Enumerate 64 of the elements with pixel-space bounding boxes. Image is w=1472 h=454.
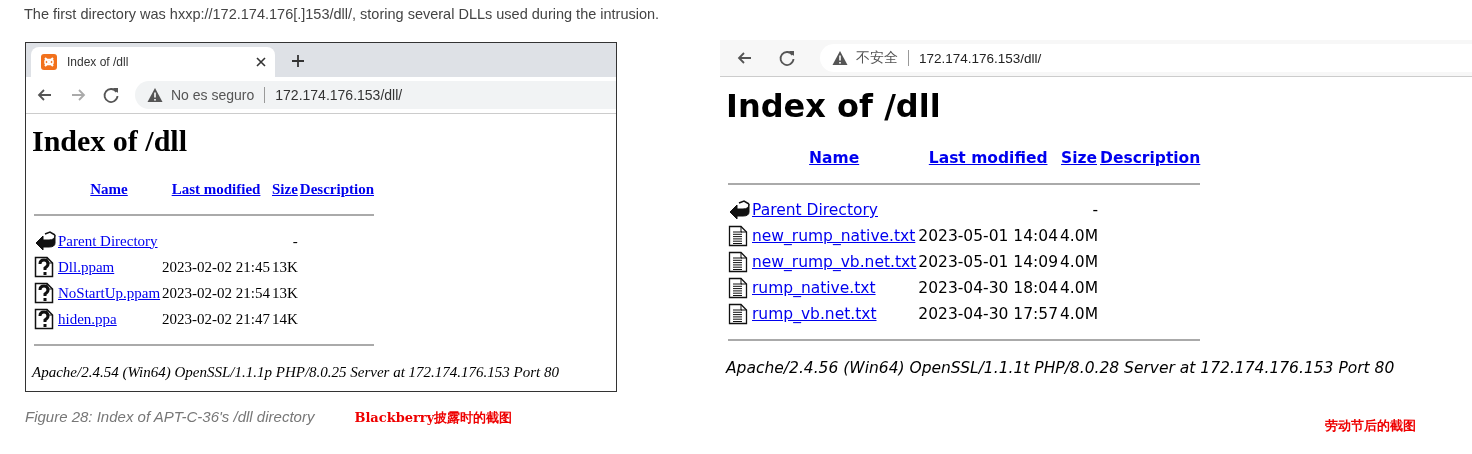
file-link[interactable]: Dll.ppam xyxy=(58,258,115,275)
file-size: 4.0M xyxy=(1060,279,1099,297)
modified-date: 2023-05-01 14:04 xyxy=(918,227,1058,245)
file-link[interactable]: new_rump_vb.net.txt xyxy=(752,253,917,271)
warning-icon xyxy=(147,87,163,103)
modified-date: 2023-05-01 14:09 xyxy=(918,253,1058,271)
figure-caption: Figure 28: Index of APT-C-36's /dll directory xyxy=(25,408,315,425)
column-header-link[interactable]: Description xyxy=(299,180,374,197)
file-size: 4.0M xyxy=(1060,305,1099,323)
column-header-link[interactable]: Description xyxy=(1100,149,1201,167)
page-heading: Index of /dll xyxy=(726,87,942,125)
back-arrow-icon xyxy=(728,200,750,220)
file-link[interactable]: rump_vb.net.txt xyxy=(752,305,877,323)
new-tab-icon[interactable] xyxy=(291,54,305,68)
intro-text: The first directory was hxxp://172.174.176[.]153/dll/, storing several DLLs used during the intrusion. xyxy=(24,6,661,22)
security-label: 不安全 xyxy=(856,49,898,67)
modified-date: 2023-04-30 17:57 xyxy=(918,305,1058,323)
warning-icon xyxy=(832,50,848,66)
text-file-icon xyxy=(728,303,748,325)
column-header-link[interactable]: Name xyxy=(809,149,860,167)
file-link[interactable]: NoStartUp.ppam xyxy=(58,284,161,301)
address-bar[interactable]: No es seguro 172.174.176.153/dll/ xyxy=(135,81,616,109)
modified-date: 2023-02-02 21:47 xyxy=(162,310,270,327)
text-file-icon xyxy=(728,225,748,247)
browser-tab[interactable]: Index of /dll xyxy=(31,47,275,77)
app-logo-icon xyxy=(41,54,57,70)
modified-date: 2023-04-30 18:04 xyxy=(918,279,1058,297)
file-link[interactable]: new_rump_native.txt xyxy=(752,227,916,245)
back-arrow-icon xyxy=(34,231,56,251)
server-signature: Apache/2.4.54 (Win64) OpenSSL/1.1.1p PHP/8.0.25 Server at 172.174.176.153 Port 80 xyxy=(32,364,561,381)
file-size: 4.0M xyxy=(1060,253,1099,271)
close-icon[interactable] xyxy=(255,56,267,68)
annotation-text: 劳动节后的截图 xyxy=(1325,417,1416,435)
file-link[interactable]: Parent Directory xyxy=(58,232,158,249)
file-link[interactable]: Parent Directory xyxy=(752,201,878,219)
url-text: 172.174.176.153/dll/ xyxy=(275,87,403,103)
modified-date: 2023-02-02 21:45 xyxy=(162,258,270,275)
text-file-icon xyxy=(728,277,748,299)
file-size: 13K xyxy=(272,284,298,301)
unknown-file-icon xyxy=(34,282,54,304)
text-file-icon xyxy=(728,251,748,273)
column-header-link[interactable]: Size xyxy=(272,180,298,197)
file-size: 4.0M xyxy=(1060,227,1099,245)
file-link[interactable]: hiden.ppa xyxy=(58,310,117,327)
file-size: - xyxy=(292,232,298,249)
file-size: - xyxy=(1092,201,1099,219)
server-signature: Apache/2.4.56 (Win64) OpenSSL/1.1.1t PHP/8.0.28 Server at 172.174.176.153 Port 80 xyxy=(726,359,1396,377)
security-label: No es seguro xyxy=(171,87,255,103)
page-heading: Index of /dll xyxy=(32,124,189,158)
annotation-text: Blackberry披露时的截图 xyxy=(354,409,513,427)
unknown-file-icon xyxy=(34,308,54,330)
column-header-link[interactable]: Last modified xyxy=(928,149,1048,167)
reload-icon[interactable] xyxy=(102,86,120,104)
reload-icon[interactable] xyxy=(778,49,796,67)
file-size: 13K xyxy=(272,258,298,275)
file-link[interactable]: rump_native.txt xyxy=(752,279,876,297)
file-size: 14K xyxy=(272,310,298,327)
url-text: 172.174.176.153/dll/ xyxy=(919,50,1042,66)
column-header-link[interactable]: Last modified xyxy=(171,180,261,197)
column-header-link[interactable]: Name xyxy=(90,180,128,197)
modified-date: 2023-02-02 21:54 xyxy=(162,284,270,301)
address-bar[interactable]: 不安全 172.174.176.153/dll/ xyxy=(820,44,1472,72)
column-header-link[interactable]: Size xyxy=(1061,149,1097,167)
unknown-file-icon xyxy=(34,256,54,278)
